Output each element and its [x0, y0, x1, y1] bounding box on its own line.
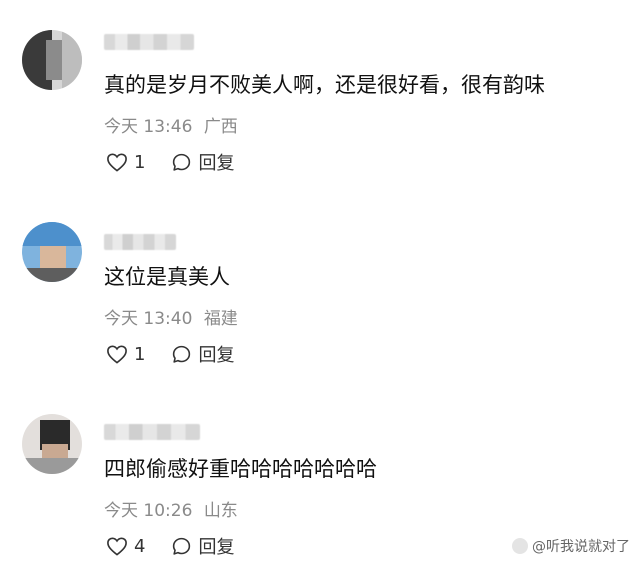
reply-button[interactable]: 回复: [171, 341, 234, 367]
reply-label: 回复: [198, 345, 235, 366]
comment-text: 这位是真美人: [104, 265, 230, 289]
speech-bubble-icon: [173, 345, 191, 363]
avatar[interactable]: [22, 222, 82, 282]
like-button[interactable]: 1: [106, 344, 145, 365]
comment-actions: 1 回复: [106, 149, 260, 175]
like-button[interactable]: 1: [106, 152, 145, 173]
watermark-text: @听我说就对了: [532, 539, 630, 555]
comment-location: 广西: [203, 117, 238, 137]
comment-actions: 1 回复: [106, 341, 260, 367]
comment-time: 今天 10:26: [104, 501, 193, 521]
comment-meta: 今天 10:26 山东: [104, 500, 244, 522]
watermark-logo-icon: [512, 538, 528, 554]
comment-actions: 4 回复: [106, 533, 260, 559]
comment-time: 今天 13:40: [104, 309, 193, 329]
comment-time: 今天 13:46: [104, 117, 193, 137]
reply-button[interactable]: 回复: [171, 149, 234, 175]
heart-outline-icon: [107, 537, 127, 556]
reply-label: 回复: [198, 153, 235, 174]
like-count: 1: [134, 343, 146, 365]
avatar[interactable]: [22, 30, 82, 90]
reply-label: 回复: [198, 537, 235, 558]
avatar[interactable]: [22, 414, 82, 474]
username-blurred[interactable]: [104, 234, 176, 250]
comment-item: 这位是真美人 今天 13:40 福建 1 回复: [0, 192, 640, 384]
comment-meta: 今天 13:46 广西: [104, 116, 244, 138]
comment-location: 山东: [203, 501, 238, 521]
reply-button[interactable]: 回复: [171, 533, 234, 559]
heart-outline-icon: [107, 345, 127, 364]
speech-bubble-icon: [173, 537, 191, 555]
comment-item: 真的是岁月不败美人啊，还是很好看，很有韵味 今天 13:46 广西 1 回复: [0, 0, 640, 192]
comment-meta: 今天 13:40 福建: [104, 308, 244, 330]
like-button[interactable]: 4: [106, 536, 145, 557]
comment-text: 四郎偷感好重哈哈哈哈哈哈哈: [104, 457, 377, 481]
username-blurred[interactable]: [104, 424, 200, 440]
speech-bubble-icon: [173, 153, 191, 171]
watermark: @听我说就对了: [512, 536, 630, 556]
like-count: 1: [134, 151, 146, 173]
like-count: 4: [134, 535, 146, 557]
comment-text: 真的是岁月不败美人啊，还是很好看，很有韵味: [104, 73, 545, 97]
comment-location: 福建: [203, 309, 238, 329]
username-blurred[interactable]: [104, 34, 194, 50]
heart-outline-icon: [107, 153, 127, 172]
